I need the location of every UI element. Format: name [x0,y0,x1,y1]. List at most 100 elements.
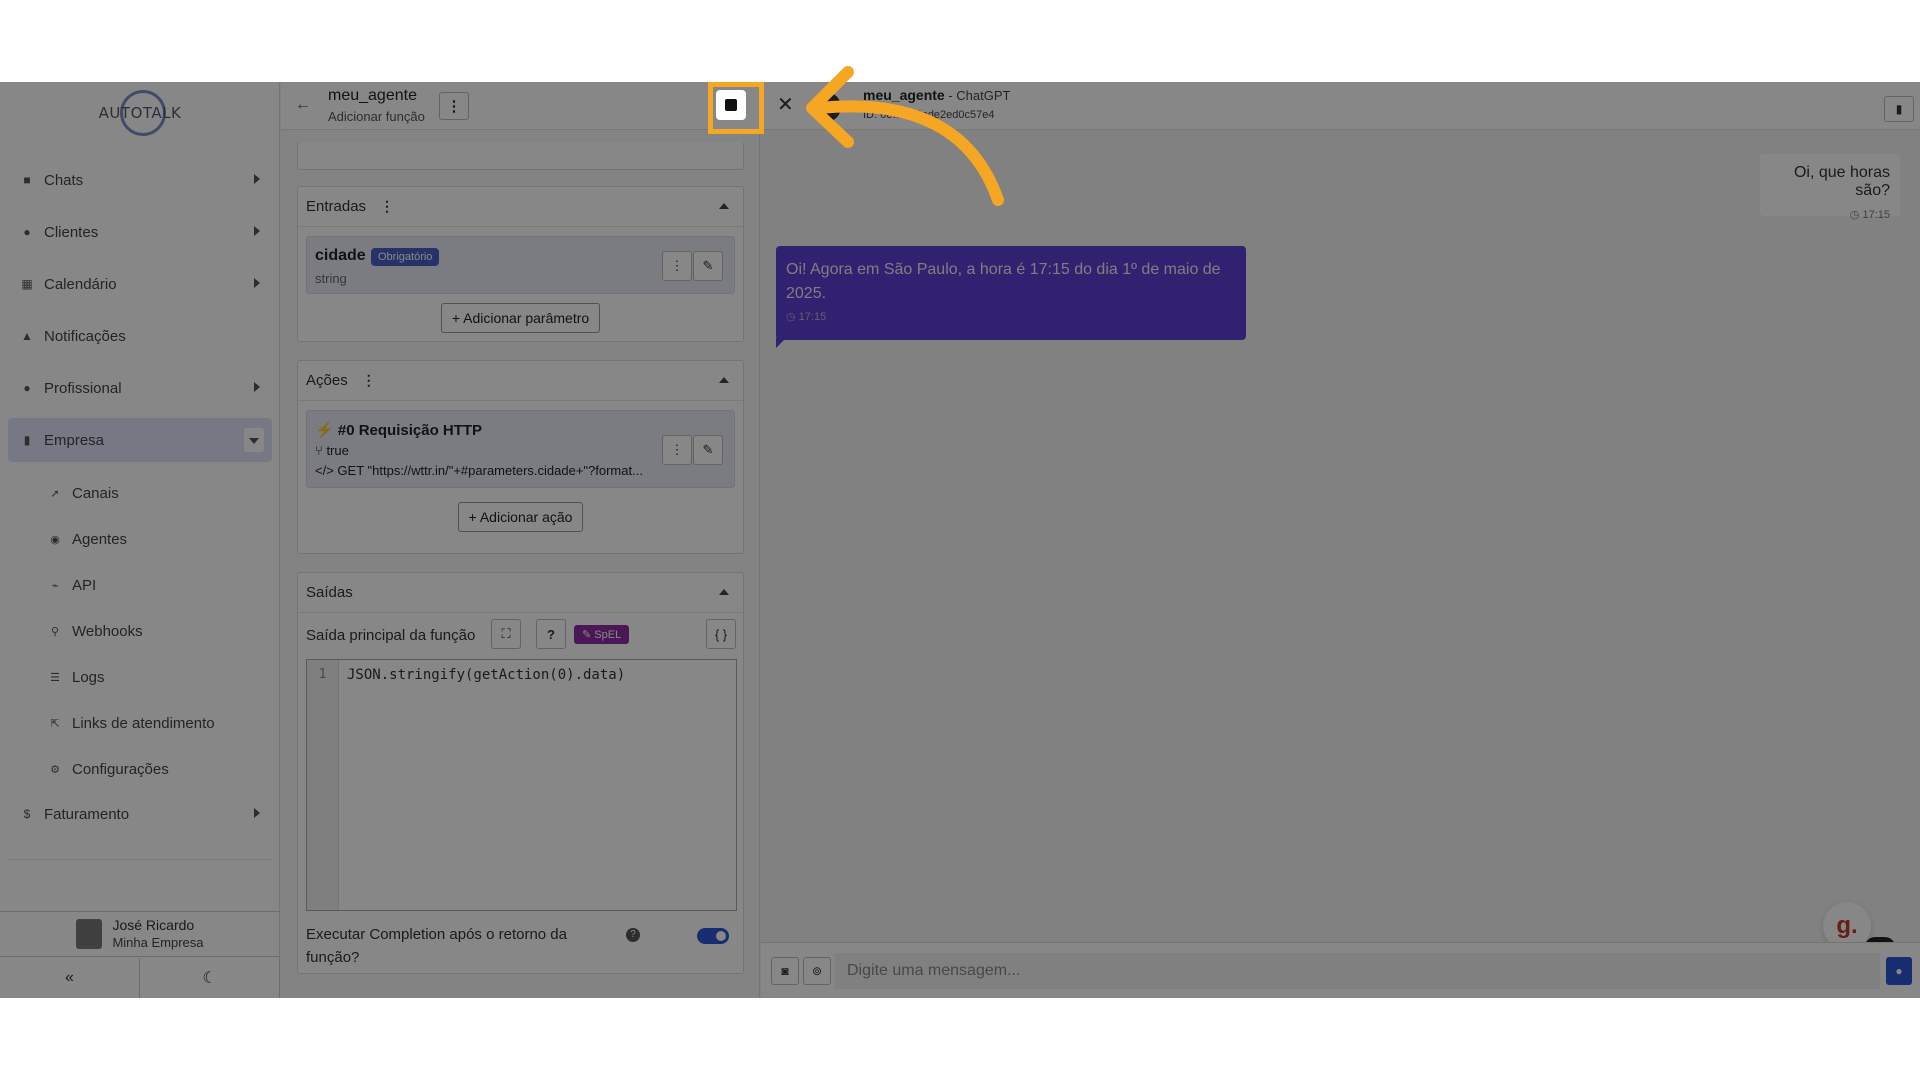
action-condition: true [326,443,349,458]
action-request: GET "https://wttr.in/"+#parameters.cidad… [337,463,643,478]
chevron-right-icon [254,382,260,392]
chat-input-bar: ◙ ⊚ ● [761,942,1920,998]
avatar [76,919,103,949]
sidebar-subitem-agentes[interactable]: ◉ Agentes [8,516,272,562]
sidebar-item-empresa[interactable]: ▮ Empresa [8,418,272,462]
app-window: AUTOTALK ■ Chats ● Clientes ▦ Calendário… [0,82,1920,998]
add-parameter-button[interactable]: + Adicionar parâmetro [440,303,601,333]
sidebar-subitem-links[interactable]: ⇱ Links de atendimento [8,700,272,746]
back-arrow-icon[interactable]: ← [295,96,311,114]
attach-icon[interactable]: ⊚ [803,957,831,985]
collapse-sidebar-button[interactable]: « [0,958,140,998]
editor-title: meu_agente [328,87,417,104]
main-output-label: Saída principal da função [306,627,476,644]
message-tail [776,338,786,348]
user-profile[interactable]: José Ricardo Minha Empresa [0,911,280,957]
external-link-icon: ⇱ [50,717,60,730]
sidebar-footer: « ☾ [0,958,280,998]
bolt-icon: ⚡ [315,422,334,439]
sidebar-item-calendario[interactable]: ▦ Calendário [8,262,272,306]
sidebar-item-clientes[interactable]: ● Clientes [8,210,272,254]
actions-card: Ações ⋮ ⚡ #0 Requisição HTTP ⑂ true </> … [297,360,744,554]
chevron-up-icon[interactable] [719,377,729,383]
code-editor[interactable]: 1 JSON.stringify(getAction(0).data) [306,659,737,911]
spel-badge[interactable]: ✎ SpEL [574,625,630,644]
editor-header: ← meu_agente Adicionar função ⋮ [281,82,760,130]
action-item: ⚡ #0 Requisição HTTP ⑂ true </> GET "htt… [306,410,735,488]
outputs-header[interactable]: Saídas [298,573,743,613]
chevron-up-icon[interactable] [719,589,729,595]
chat-icon: ■ [23,173,31,187]
sidebar-subitem-configuracoes[interactable]: ⚙ Configurações [8,746,272,792]
calendar-icon: ▦ [21,277,33,291]
camera-icon[interactable]: ◙ [771,957,799,985]
message-outgoing: Oi, que horas são? ◷ 17:15 [1760,154,1900,221]
editor-subtitle: Adicionar função [328,109,425,124]
user-company: Minha Empresa [112,935,204,950]
user-name: José Ricardo [112,917,195,933]
add-action-button[interactable]: + Adicionar ação [457,502,584,532]
message-incoming: Oi! Agora em São Paulo, a hora é 17:15 d… [776,246,1246,340]
actions-header[interactable]: Ações ⋮ [298,361,743,401]
sidebar-subitem-logs[interactable]: ☰ Logs [8,654,272,700]
sidebar-item-faturamento[interactable]: $ Faturamento [8,792,272,836]
dollar-icon: $ [23,807,31,821]
list-icon: ☰ [50,671,60,684]
close-icon[interactable]: ✕ [777,92,794,117]
action-title: #0 Requisição HTTP [337,422,483,439]
parameter-item: cidade Obrigatório string ⋮ ✎ [306,236,735,294]
api-icon: ⌁ [51,579,59,592]
chevron-right-icon [254,808,260,818]
parameter-edit-button[interactable]: ✎ [693,251,723,281]
delete-chat-button[interactable]: ▮ [1884,96,1914,122]
completion-label: Executar Completion após o retorno da fu… [306,926,567,966]
clock-icon: ◷ [1849,209,1860,221]
sidebar-item-notificacoes[interactable]: ▲ Notificações [8,314,272,358]
user-cog-icon: ● [23,381,31,395]
chat-id: ID: 6e…4e4ede2ed0c57e4 [863,109,995,121]
parameter-menu-button[interactable]: ⋮ [662,251,692,281]
sidebar-subitem-api[interactable]: ⌁ API [8,562,272,608]
sidebar-subitem-canais[interactable]: ➚ Canais [8,470,272,516]
kebab-icon[interactable]: ⋮ [380,198,394,215]
braces-button[interactable]: { } [706,619,736,649]
chat-panel: ✕ meu_agente - ChatGPT ID: 6e…4e4ede2ed0… [761,82,1920,998]
parameter-type: string [315,271,347,286]
kebab-icon[interactable]: ⋮ [362,372,376,389]
action-edit-button[interactable]: ✎ [693,435,723,465]
help-button[interactable]: ? [536,619,566,649]
building-icon: ▮ [23,433,31,447]
save-button-highlight [708,82,764,134]
bell-icon: ▲ [21,329,33,343]
sidebar-subitem-webhooks[interactable]: ⚲ Webhooks [8,608,272,654]
code-icon: </> [315,463,334,478]
chat-header: ✕ meu_agente - ChatGPT ID: 6e…4e4ede2ed0… [761,82,1920,130]
inputs-card: Entradas ⋮ cidade Obrigatório string ⋮ ✎… [297,186,744,342]
users-icon: ● [23,225,31,239]
chevron-up-icon[interactable] [719,203,729,209]
clock-icon: ◷ [786,311,796,323]
message-input[interactable] [835,953,1880,989]
robot-icon: ◉ [50,533,60,546]
chevron-down-icon[interactable] [244,428,264,452]
completion-toggle[interactable] [697,928,729,944]
expand-icon[interactable]: ⛶ [491,619,521,649]
divider [8,859,272,860]
sidebar-item-chats[interactable]: ■ Chats [8,158,272,202]
sidebar: AUTOTALK ■ Chats ● Clientes ▦ Calendário… [0,82,280,998]
chevron-right-icon [254,174,260,184]
line-number: 1 [307,660,339,910]
editor-menu-button[interactable]: ⋮ [439,92,469,120]
logo: AUTOTALK [99,90,181,136]
chevron-right-icon [254,226,260,236]
question-icon[interactable]: ? [626,928,640,942]
webhook-icon: ⚲ [50,625,60,638]
theme-toggle-button[interactable]: ☾ [140,958,280,998]
sidebar-item-profissional[interactable]: ● Profissional [8,366,272,410]
code-text[interactable]: JSON.stringify(getAction(0).data) [347,667,625,683]
microphone-icon[interactable]: ● [1886,957,1912,985]
branch-icon: ⑂ [315,443,323,458]
action-menu-button[interactable]: ⋮ [662,435,692,465]
inputs-header[interactable]: Entradas ⋮ [298,187,743,227]
sidebar-nav: ■ Chats ● Clientes ▦ Calendário ▲ Notifi… [8,158,272,844]
